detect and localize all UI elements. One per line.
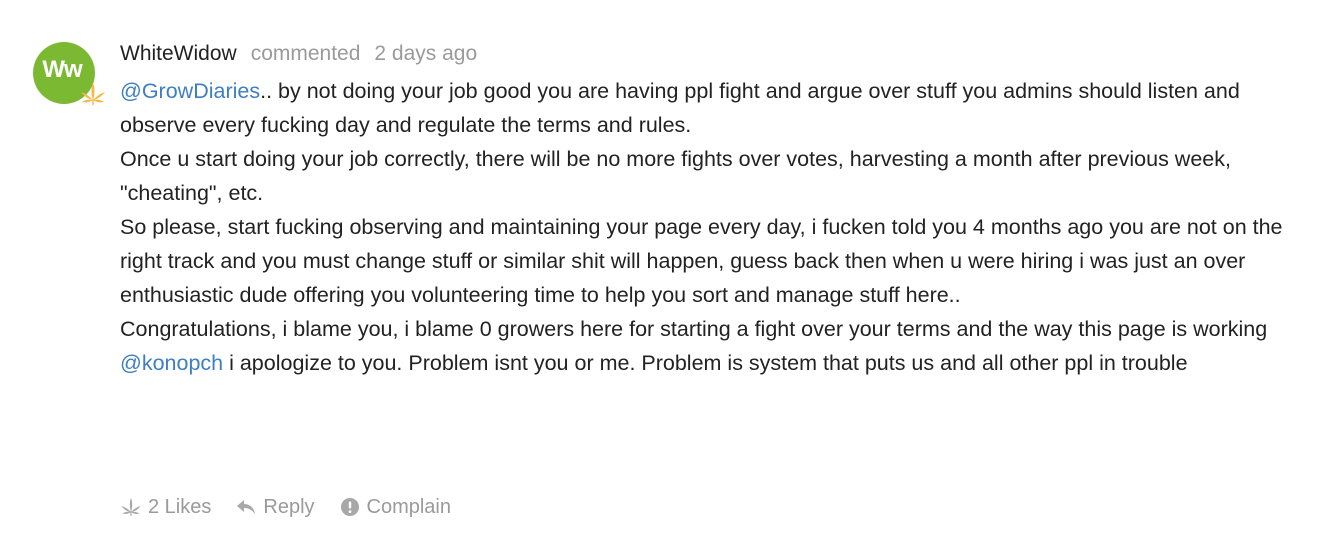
paragraph-text: Once u start doing your job correctly, t… (120, 147, 1231, 205)
comment-paragraph: @GrowDiaries.. by not doing your job goo… (120, 74, 1295, 142)
paragraph-text: Congratulations, i blame you, i blame 0 … (120, 317, 1268, 341)
likes-count: 2 Likes (148, 495, 212, 518)
comment-paragraph: Once u start doing your job correctly, t… (120, 142, 1295, 210)
mention-link[interactable]: @GrowDiaries (120, 79, 260, 103)
like-button[interactable]: 2 Likes (120, 496, 211, 519)
comment-header: WhiteWidow commented 2 days ago (120, 38, 477, 70)
complain-label: Complain (366, 495, 451, 518)
comment-paragraph: So please, start fucking observing and m… (120, 210, 1295, 312)
paragraph-text: .. by not doing your job good you are ha… (120, 79, 1240, 137)
paragraph-text: i apologize to you. Problem isnt you or … (223, 351, 1188, 375)
comment-paragraph: @konopch i apologize to you. Problem isn… (120, 346, 1295, 380)
reply-button[interactable]: Reply (235, 495, 315, 519)
comment-actions: 2 Likes Reply Complain (120, 490, 475, 524)
mention-link[interactable]: @konopch (120, 351, 223, 375)
comment: Ww WhiteWidow commented 2 days ago @GrowDi… (0, 0, 1330, 552)
comment-timestamp: 2 days ago (374, 42, 478, 65)
author-username[interactable]: WhiteWidow (120, 42, 237, 65)
paragraph-text: So please, start fucking observing and m… (120, 215, 1283, 307)
exclamation-circle-icon (339, 496, 361, 518)
cannabis-leaf-icon (120, 496, 142, 518)
reply-arrow-icon (235, 496, 257, 518)
reply-label: Reply (263, 495, 315, 518)
complain-button[interactable]: Complain (339, 496, 451, 519)
avatar[interactable]: Ww (33, 42, 105, 105)
cannabis-leaf-icon (79, 80, 107, 108)
comment-action: commented (250, 42, 361, 65)
comment-body: @GrowDiaries.. by not doing your job goo… (120, 74, 1295, 380)
comment-paragraph: Congratulations, i blame you, i blame 0 … (120, 312, 1295, 346)
